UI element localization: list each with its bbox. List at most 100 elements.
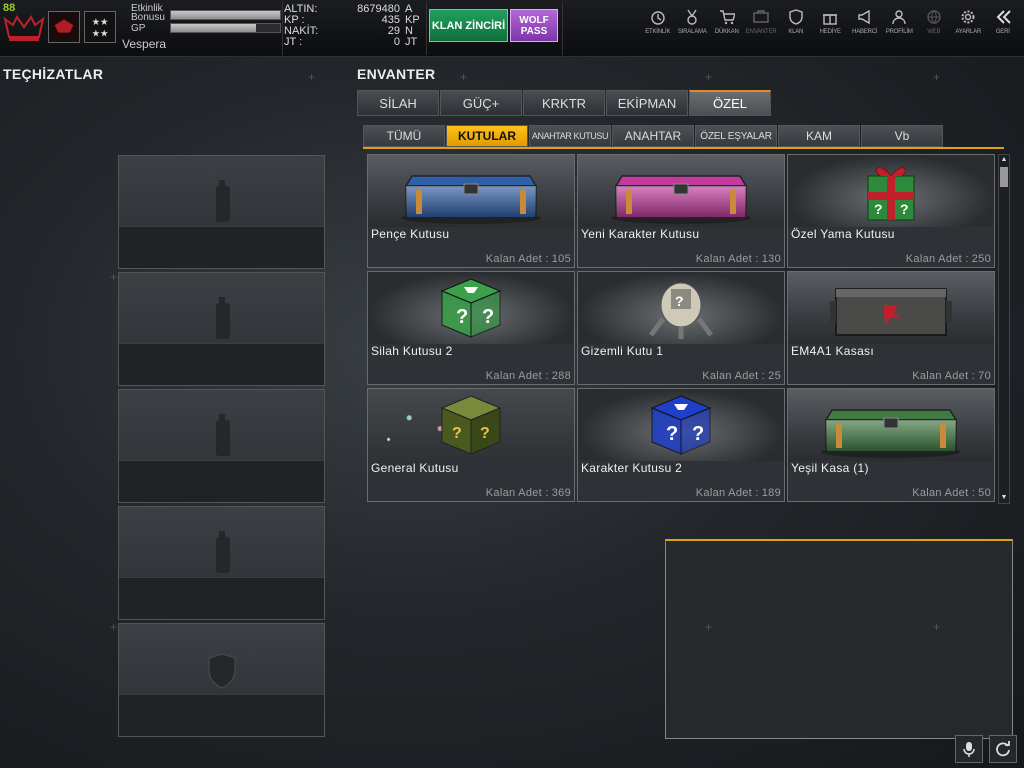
main-tab[interactable]: SİLAH: [357, 90, 439, 116]
item-count: Kalan Adet :50: [912, 487, 991, 499]
inventory-grid: Pençe Kutusu Kalan Adet :105 Yeni Karakter…: [367, 154, 995, 504]
sub-tab[interactable]: ÖZEL EŞYALAR: [695, 125, 777, 147]
equipment-slot-label-area: [119, 226, 324, 268]
item-name: General Kutusu: [371, 461, 459, 475]
wolf-pass-button[interactable]: WOLF PASS: [510, 9, 558, 42]
armor-shield-icon: [208, 653, 236, 689]
sub-tab[interactable]: ANAHTAR KUTUSU: [529, 125, 611, 147]
svg-text:?: ?: [452, 425, 462, 442]
svg-text:★★: ★★: [92, 17, 109, 27]
item-count-value: 105: [551, 253, 571, 265]
inventory-item-card[interactable]: ?? General Kutusu Kalan Adet :369: [367, 388, 575, 502]
item-count: Kalan Adet :369: [486, 487, 571, 499]
item-count-label: Kalan Adet :: [695, 487, 759, 499]
clan-emblem-icon: [3, 11, 45, 43]
nav-label: ETKİNLİK: [645, 29, 671, 35]
item-count: Kalan Adet :189: [696, 487, 781, 499]
nav-inventory[interactable]: ENVANTER: [744, 9, 779, 35]
back-icon: [996, 10, 1011, 24]
megaphone-icon: [858, 9, 870, 25]
green-crate-icon: [788, 389, 994, 461]
svg-text:?: ?: [666, 423, 678, 445]
equipment-slot[interactable]: [118, 506, 325, 620]
inventory-item-card[interactable]: ?? Özel Yama Kutusu Kalan Adet :250: [787, 154, 995, 268]
main-tab[interactable]: EKİPMAN: [606, 90, 688, 116]
equipment-slot[interactable]: [118, 155, 325, 269]
pink-crate-icon: [578, 155, 784, 227]
globe-icon: [927, 10, 941, 24]
item-count-value: 130: [761, 253, 781, 265]
item-name: Gizemli Kutu 1: [581, 344, 664, 358]
scroll-down-icon[interactable]: ▼: [999, 493, 1009, 503]
clan-chain-button[interactable]: KLAN ZİNCİRİ: [429, 9, 508, 42]
currency-panel: ALTIN: 8679480 A KP :435 KP NAKİT: 29 N JT :0…: [284, 4, 424, 48]
currency-row: JT :0 JT: [284, 36, 418, 48]
svg-text:?: ?: [692, 423, 704, 445]
item-count-label: Kalan Adet :: [912, 487, 976, 499]
nav-gear[interactable]: AYARLAR: [951, 9, 986, 35]
microphone-button[interactable]: [955, 735, 983, 763]
spray-can-icon: [209, 407, 230, 456]
sub-tab[interactable]: TÜMÜ: [363, 125, 445, 147]
currency-row: ALTIN: 8679480 A: [284, 3, 413, 15]
scroll-up-icon[interactable]: ▲: [999, 155, 1009, 165]
nav-globe[interactable]: WEB: [917, 9, 952, 35]
inventory-icon: [753, 10, 769, 23]
sub-tabs: TÜMÜ KUTULAR ANAHTAR KUTUSU ANAHTAR ÖZEL EŞY…: [363, 125, 944, 147]
equipment-slot-label-area: [119, 460, 324, 502]
inventory-item-card[interactable]: EM4A1 Kasası Kalan Adet :70: [787, 271, 995, 385]
nav-megaphone[interactable]: HABERCİ: [848, 9, 883, 35]
inventory-item-card[interactable]: Yeni Karakter Kutusu Kalan Adet :130: [577, 154, 785, 268]
main-tab[interactable]: KRKTR: [523, 90, 605, 116]
equipment-slot[interactable]: [118, 389, 325, 503]
nav-profile[interactable]: PROFİLİM: [882, 9, 917, 35]
inventory-item-card[interactable]: ?? Karakter Kutusu 2 Kalan Adet :189: [577, 388, 785, 502]
equipment-slot-label-area: [119, 343, 324, 385]
item-count-value: 25: [768, 370, 781, 382]
nav-shield[interactable]: KLAN: [779, 9, 814, 35]
item-count: Kalan Adet :250: [906, 253, 991, 265]
item-count-value: 50: [978, 487, 991, 499]
gp-bar: [170, 23, 281, 33]
item-name: Yeşil Kasa (1): [791, 461, 869, 475]
sub-tab[interactable]: ANAHTAR: [612, 125, 694, 147]
nav-clock[interactable]: ETKİNLİK: [641, 9, 676, 35]
equipment-slot[interactable]: [118, 272, 325, 386]
item-count-label: Kalan Adet :: [485, 487, 549, 499]
nav-back[interactable]: GERİ: [986, 9, 1021, 35]
sub-tab[interactable]: KUTULAR: [446, 125, 528, 147]
item-count-value: 189: [761, 487, 781, 499]
inventory-item-card[interactable]: Pençe Kutusu Kalan Adet :105: [367, 154, 575, 268]
nav-label: ENVANTER: [745, 29, 777, 35]
inventory-item-card[interactable]: ? Gizemli Kutu 1 Kalan Adet :25: [577, 271, 785, 385]
item-count-value: 250: [971, 253, 991, 265]
svg-text:?: ?: [482, 306, 494, 328]
nav-label: SIRALAMA: [677, 29, 707, 35]
item-count-label: Kalan Adet :: [702, 370, 766, 382]
inventory-item-card[interactable]: Yeşil Kasa (1) Kalan Adet :50: [787, 388, 995, 502]
main-tab[interactable]: ÖZEL: [689, 90, 771, 116]
item-count-label: Kalan Adet :: [485, 253, 549, 265]
main-tab[interactable]: GÜÇ+: [440, 90, 522, 116]
svg-text:?: ?: [456, 306, 468, 328]
refresh-button[interactable]: [989, 735, 1017, 763]
medal-icon: [687, 9, 697, 25]
nav-medal[interactable]: SIRALAMA: [675, 9, 710, 35]
sub-tab[interactable]: Vb: [861, 125, 943, 147]
profile-icon: [892, 10, 906, 25]
nav-cart[interactable]: DÜKKAN: [710, 9, 745, 35]
nav-gift[interactable]: HEDİYE: [813, 9, 848, 35]
clock-icon: [651, 11, 665, 25]
inventory-scrollbar[interactable]: ▲ ▼: [998, 154, 1010, 504]
gp-label: GP: [131, 23, 146, 34]
scroll-thumb[interactable]: [1000, 167, 1008, 187]
sub-tab[interactable]: KAM: [778, 125, 860, 147]
nav-label: KLAN: [788, 29, 804, 35]
nav-label: HABERCİ: [852, 29, 878, 35]
equipment-slot[interactable]: [118, 623, 325, 737]
item-count: Kalan Adet :70: [912, 370, 991, 382]
spray-can-icon: [209, 290, 230, 339]
gift-box-icon: ??: [788, 155, 994, 227]
nav-label: WEB: [927, 29, 941, 35]
inventory-item-card[interactable]: ?? Silah Kutusu 2 Kalan Adet :288: [367, 271, 575, 385]
